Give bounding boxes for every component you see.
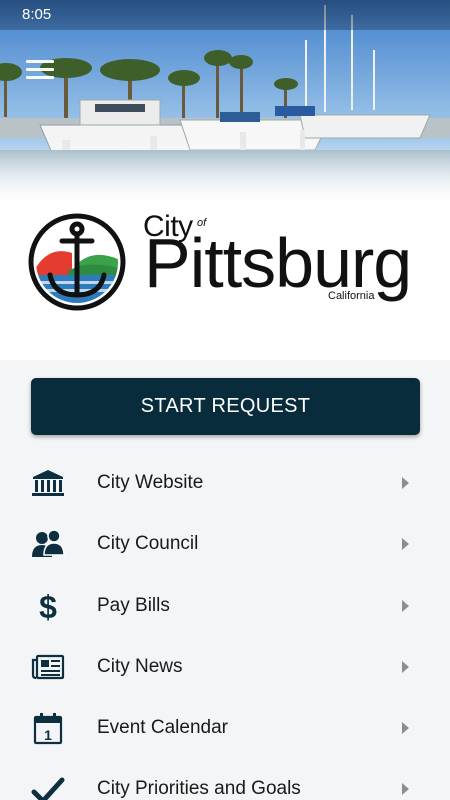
menu-item-event-calendar[interactable]: 1 Event Calendar	[0, 697, 450, 758]
menu-item-city-website[interactable]: City Website	[0, 452, 450, 513]
status-bar: 8:05	[0, 0, 450, 30]
menu-item-label: City Priorities and Goals	[97, 778, 301, 800]
chevron-right-icon	[402, 722, 409, 735]
main-menu-list: City Website City Council $ Pay Bills Ci…	[0, 452, 450, 800]
chevron-right-icon	[402, 599, 409, 612]
chevron-right-icon	[402, 538, 409, 551]
city-seal-logo	[28, 213, 126, 311]
menu-item-city-news[interactable]: City News	[0, 636, 450, 697]
hamburger-menu-icon[interactable]	[26, 60, 54, 82]
menu-item-label: City News	[97, 655, 183, 677]
people-icon	[32, 529, 65, 558]
hero-marina-image	[0, 0, 450, 210]
dollar-icon: $	[39, 589, 57, 623]
menu-item-pay-bills[interactable]: $ Pay Bills	[0, 575, 450, 636]
status-time: 8:05	[22, 6, 52, 23]
menu-item-label: Pay Bills	[97, 594, 170, 616]
menu-item-city-council[interactable]: City Council	[0, 513, 450, 574]
logo-state-text: California	[328, 290, 375, 302]
menu-item-label: Event Calendar	[97, 717, 228, 739]
calendar-icon: 1	[33, 713, 63, 745]
chevron-right-icon	[402, 660, 409, 673]
menu-item-label: City Council	[97, 533, 199, 555]
city-hall-icon	[32, 470, 64, 496]
chevron-right-icon	[402, 783, 409, 796]
newspaper-icon	[31, 654, 65, 679]
menu-item-label: City Website	[97, 472, 204, 493]
chevron-right-icon	[402, 477, 409, 489]
svg-text:$: $	[39, 589, 57, 623]
svg-text:1: 1	[44, 727, 52, 743]
menu-item-city-priorities[interactable]: City Priorities and Goals	[0, 758, 450, 800]
checkmark-icon	[31, 777, 65, 800]
start-request-button[interactable]: START REQUEST	[31, 378, 420, 435]
city-logo-section: City of Pittsburg California	[0, 200, 450, 360]
